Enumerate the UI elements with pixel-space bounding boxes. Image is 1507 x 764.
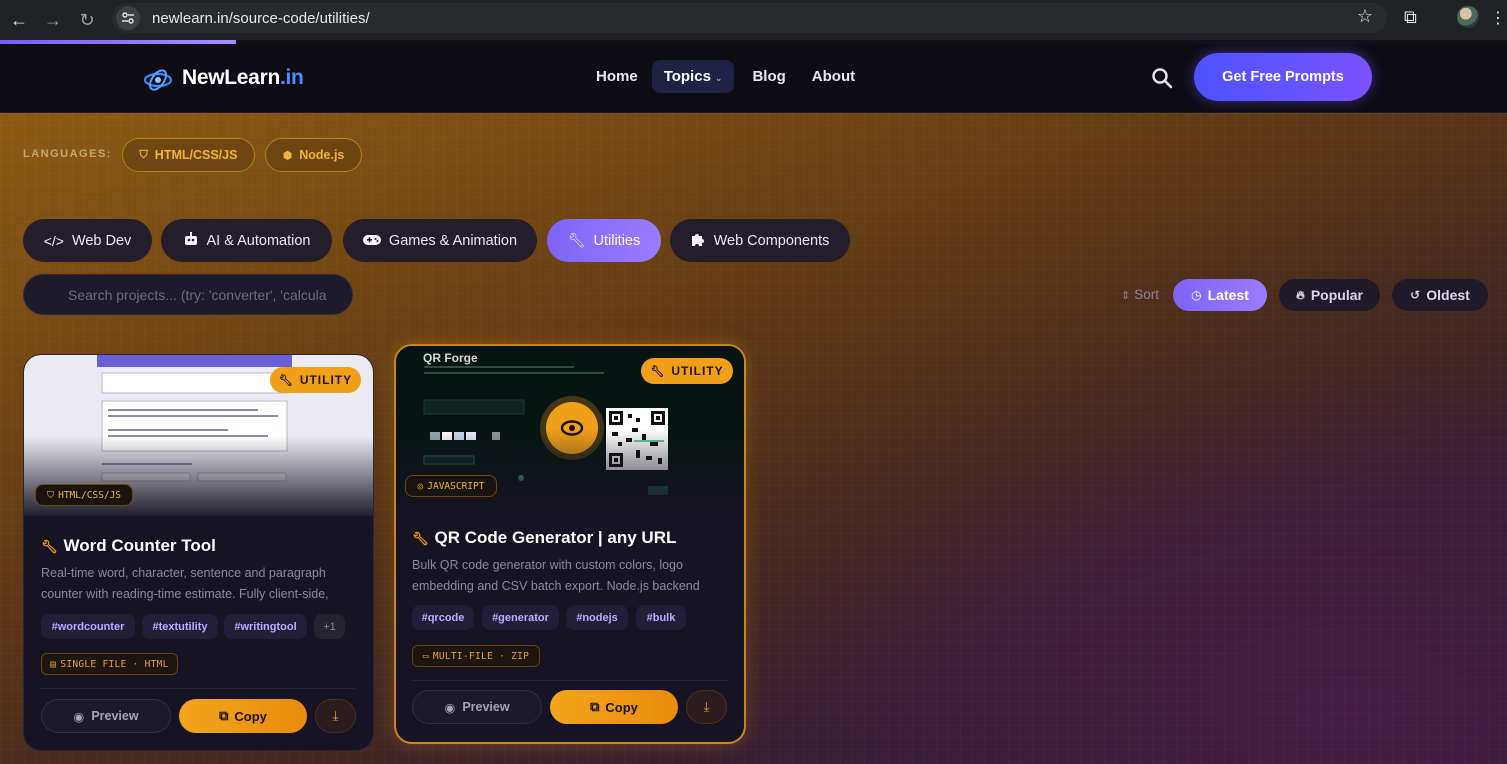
forward-icon[interactable]: →	[38, 5, 68, 35]
puzzle-icon	[691, 232, 706, 250]
category-web-components[interactable]: Web Components	[670, 219, 850, 262]
site-logo[interactable]: NewLearn.in	[142, 62, 304, 94]
nav-blog[interactable]: Blog	[740, 60, 797, 93]
search-icon[interactable]	[1150, 66, 1174, 90]
fire-icon: 🔥︎	[1296, 287, 1305, 302]
language-chip-html[interactable]: ⛉ HTML/CSS/JS	[122, 138, 255, 172]
download-button[interactable]: ⤓	[315, 699, 356, 733]
nav-home[interactable]: Home	[584, 60, 650, 93]
robot-icon	[183, 232, 199, 249]
wrench-icon: 🔧︎	[278, 374, 294, 387]
address-bar[interactable]: newlearn.in/source-code/utilities/ ☆	[112, 3, 1387, 33]
sort-label: ⇕ Sort	[1121, 287, 1159, 302]
main-nav: Home Topics ⌄ Blog About	[584, 60, 869, 93]
profile-avatar[interactable]	[1457, 6, 1479, 28]
tag-chip[interactable]: #writingtool	[224, 614, 307, 639]
utility-badge: 🔧︎ UTILITY	[641, 358, 733, 384]
html5-icon: ⛉	[139, 148, 148, 161]
languages-label: LANGUAGES:	[23, 148, 112, 160]
tag-chip[interactable]: #generator	[482, 605, 559, 630]
extensions-icon[interactable]: ⧉	[1404, 7, 1417, 28]
eye-icon: ◉	[73, 709, 85, 724]
file-type-chip: ▭ MULTI-FILE · ZIP	[412, 645, 540, 667]
chevron-down-icon: ⌄	[714, 73, 723, 83]
preview-button[interactable]: ◉ Preview	[412, 690, 542, 724]
clock-icon: ◷	[1191, 288, 1202, 302]
bookmark-star-icon[interactable]: ☆	[1357, 6, 1373, 27]
download-icon: ⤓	[703, 699, 710, 714]
menu-dots-icon[interactable]: ⋮	[1490, 8, 1506, 28]
category-web-dev[interactable]: </> Web Dev	[23, 219, 152, 262]
tag-chip[interactable]: #qrcode	[412, 605, 474, 630]
site-header: NewLearn.in Home Topics ⌄ Blog About Get …	[0, 44, 1507, 113]
category-games-animation[interactable]: Games & Animation	[343, 219, 537, 262]
sort-arrows-icon: ⇕	[1121, 290, 1131, 302]
url-text: newlearn.in/source-code/utilities/	[152, 9, 370, 27]
logo-name: NewLearn	[182, 66, 280, 89]
copy-button[interactable]: ⧉ Copy	[550, 690, 678, 724]
project-card-qr-generator[interactable]: QR Forge 🔧︎ UTILITY ◎ JAVASCRIPT 🔧︎ QR Co…	[394, 344, 746, 744]
language-badge: ⛉ HTML/CSS/JS	[35, 484, 133, 506]
copy-icon: ⧉	[219, 708, 229, 723]
project-card-word-counter[interactable]: 🔧︎ UTILITY ⛉ HTML/CSS/JS 🔧︎ Word Counter …	[23, 354, 374, 751]
utility-badge: 🔧︎ UTILITY	[270, 367, 361, 393]
category-utilities[interactable]: 🔧︎ Utilities	[547, 219, 661, 262]
site-info-icon[interactable]	[116, 6, 140, 30]
html5-icon: ⛉	[46, 489, 55, 501]
download-button[interactable]: ⤓	[686, 690, 727, 724]
card-description: Real-time word, character, sentence and …	[41, 566, 329, 601]
card-title[interactable]: 🔧︎ Word Counter Tool	[41, 536, 216, 556]
reload-icon[interactable]: ↻	[72, 5, 102, 35]
javascript-icon: ◎	[417, 480, 424, 492]
copy-button[interactable]: ⧉ Copy	[179, 699, 307, 733]
browser-toolbar: ← → ↻ newlearn.in/source-code/utilities/…	[0, 0, 1507, 40]
tag-chip[interactable]: #wordcounter	[41, 614, 135, 639]
language-badge: ◎ JAVASCRIPT	[405, 475, 497, 497]
gamepad-icon	[362, 233, 381, 249]
nav-about[interactable]: About	[800, 60, 867, 93]
preview-button[interactable]: ◉ Preview	[41, 699, 171, 733]
download-icon: ⤓	[332, 708, 339, 723]
wrench-icon: 🔧︎	[412, 531, 429, 546]
sort-latest-button[interactable]: ◷ Latest	[1173, 279, 1267, 311]
sort-oldest-button[interactable]: ↺ Oldest	[1392, 279, 1488, 311]
language-chip-nodejs[interactable]: ⬢ Node.js	[265, 138, 362, 172]
back-icon[interactable]: ←	[4, 5, 34, 35]
eye-icon: ◉	[444, 700, 456, 715]
thumbnail-title: QR Forge	[423, 351, 478, 365]
get-free-prompts-button[interactable]: Get Free Prompts	[1194, 53, 1372, 101]
search-icon	[42, 288, 53, 299]
nav-topics[interactable]: Topics ⌄	[651, 60, 735, 93]
more-tags-chip[interactable]: +1	[314, 614, 345, 639]
project-search-input[interactable]	[23, 274, 353, 315]
code-icon: </>	[43, 232, 64, 249]
wrench-icon: 🔧︎	[567, 232, 586, 248]
sort-popular-button[interactable]: 🔥︎ Popular	[1279, 279, 1380, 311]
tag-chip[interactable]: #bulk	[636, 605, 686, 630]
card-description: Bulk QR code generator with custom color…	[412, 558, 700, 593]
logo-icon	[143, 69, 173, 91]
file-icon: ▤	[50, 658, 57, 670]
tag-chip[interactable]: #nodejs	[566, 605, 628, 630]
logo-tld: .in	[279, 66, 304, 89]
copy-icon: ⧉	[590, 699, 600, 714]
tag-chip[interactable]: #textutility	[142, 614, 218, 639]
nodejs-icon: ⬢	[282, 149, 293, 162]
history-icon: ↺	[1410, 288, 1421, 302]
file-type-chip: ▤ SINGLE FILE · HTML	[41, 653, 178, 675]
folder-icon: ▭	[422, 650, 429, 662]
wrench-icon: 🔧︎	[41, 539, 58, 554]
category-ai-automation[interactable]: AI & Automation	[161, 219, 332, 262]
wrench-icon: 🔧︎	[650, 365, 666, 378]
card-title[interactable]: 🔧︎ QR Code Generator | any URL	[412, 528, 676, 548]
